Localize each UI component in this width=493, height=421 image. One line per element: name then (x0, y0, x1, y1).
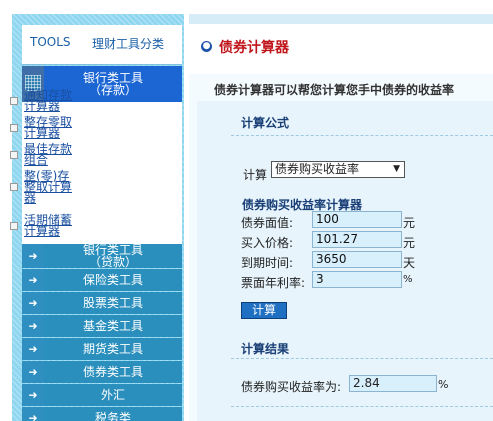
category-fund[interactable]: ➜ 基金类工具 (22, 315, 182, 337)
result-section-title: 计算结果 (241, 342, 290, 356)
title-bar: ● 债券计算器 (189, 24, 493, 74)
page-subtitle: 债券计算器可以帮您计算您手中债券的收益率 (214, 83, 455, 97)
divider (231, 135, 493, 136)
maturity-unit: 天 (403, 256, 416, 270)
arrow-right-icon: ➜ (28, 249, 38, 263)
divider (231, 406, 493, 407)
dropdown-arrow-icon: ▼ (393, 164, 400, 174)
page-title: 债券计算器 (219, 40, 289, 56)
category-tax[interactable]: ➜ 税务类 (22, 407, 182, 421)
category-stock[interactable]: ➜ 股票类工具 (22, 292, 182, 314)
checkbox[interactable] (10, 183, 18, 191)
top-strip (189, 14, 493, 24)
arrow-right-icon: ➜ (28, 342, 38, 356)
face-value-input[interactable]: 100 (312, 211, 402, 228)
tools-label: TOOLS (30, 35, 71, 49)
arrow-right-icon: ➜ (28, 365, 38, 379)
sub-item-best-deposit-combo[interactable]: 最佳存款 组合 (10, 143, 104, 166)
bullet-icon: ● (201, 41, 212, 52)
calculate-button[interactable]: 计算 (241, 302, 287, 319)
arrow-right-icon: ➜ (28, 411, 38, 421)
category-forex[interactable]: ➜ 外汇 (22, 384, 182, 406)
result-label: 债券购买收益率为: (241, 380, 342, 394)
face-value-label: 债券面值: (241, 216, 294, 230)
sub-item-lump-sum-withdrawal[interactable]: 整存零取 计算器 (10, 116, 104, 139)
sub-item-current-savings[interactable]: 活期储蓄 计算器 (10, 214, 104, 237)
checkbox[interactable] (10, 124, 18, 132)
sub-item-notice-deposit[interactable]: 通知存款 计算器 (10, 89, 104, 112)
calc-type-select[interactable]: 债券购买收益率 ▼ (271, 161, 405, 178)
category-futures[interactable]: ➜ 期货类工具 (22, 338, 182, 360)
divider (231, 358, 493, 359)
face-value-unit: 元 (403, 216, 416, 230)
calc-type-label: 计算 (243, 168, 268, 182)
category-insurance[interactable]: ➜ 保险类工具 (22, 269, 182, 291)
category-bank-loan[interactable]: ➜ 银行类工具 （贷款） (22, 244, 182, 268)
result-value-field[interactable]: 2.84 (349, 375, 437, 392)
purchase-price-unit: 元 (403, 236, 416, 250)
arrow-right-icon: ➜ (28, 319, 38, 333)
coupon-rate-unit: % (403, 274, 413, 285)
maturity-input[interactable]: 3650 (312, 251, 402, 268)
coupon-rate-input[interactable]: 3 (312, 271, 402, 288)
sidebar: TOOLS 理财工具分类 银行类工具 （存款） 通知存款 计算器 整存零取 计算… (10, 14, 184, 421)
purchase-price-input[interactable]: 101.27 (312, 231, 402, 248)
category-heading: 理财工具分类 (92, 37, 165, 51)
checkbox[interactable] (10, 151, 18, 159)
category-bond[interactable]: ➜ 债券类工具 (22, 361, 182, 383)
checkbox[interactable] (10, 97, 18, 105)
arrow-right-icon: ➜ (28, 296, 38, 310)
checkbox[interactable] (10, 222, 18, 230)
formula-section-title: 计算公式 (241, 116, 290, 130)
coupon-rate-label: 票面年利率: (241, 276, 306, 290)
sub-item-installment-deposit[interactable]: 整(零)存 整取计算 器 (10, 170, 104, 204)
result-unit: % (438, 378, 449, 391)
arrow-right-icon: ➜ (28, 273, 38, 287)
purchase-price-label: 买入价格: (241, 236, 294, 250)
maturity-label: 到期时间: (241, 256, 294, 270)
arrow-right-icon: ➜ (28, 388, 38, 402)
main-panel: ● 债券计算器 债券计算器可以帮您计算您手中债券的收益率 计算公式 计算 债券购… (189, 14, 493, 421)
tools-header: TOOLS 理财工具分类 (22, 25, 182, 65)
